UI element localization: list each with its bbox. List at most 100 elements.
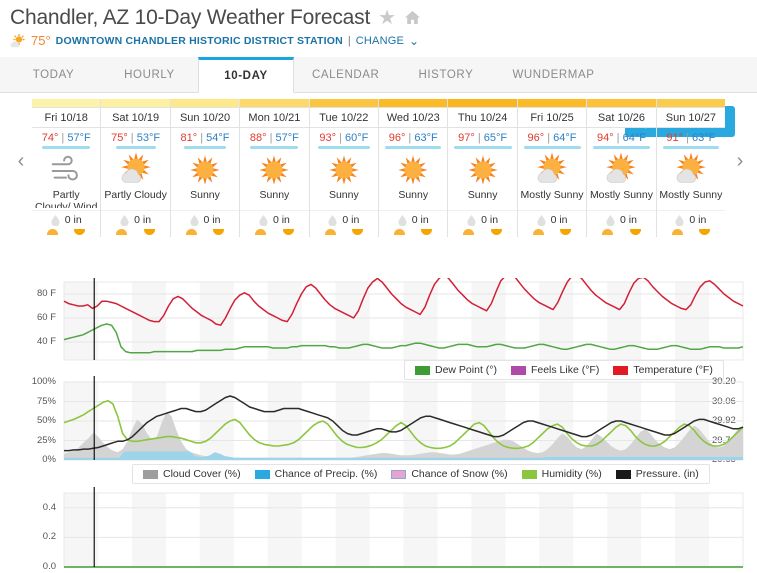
sunrise-sunset-row [310,227,378,237]
title-row: Chandler, AZ 10-Day Weather Forecast ★ [10,6,757,30]
weather-forecast-page: Chandler, AZ 10-Day Weather Forecast ★ 7… [0,0,757,573]
forecast-day-card[interactable]: Sat 10/19 75° | 53°F Partly Cloudy 0 in [101,99,171,237]
precipitation-chart: 0.0 0.2 0.4 [0,487,757,573]
forecast-day-card[interactable]: Fri 10/25 96° | 64°F Mostly Sunny 0 in [517,99,588,237]
legend-item[interactable]: Humidity (%) [521,468,602,480]
day-high-temp: 74° [41,132,59,145]
forecast-day-card[interactable]: Thu 10/24 97° | 65°F Sunny 0 in [448,99,518,237]
day-condition-text: Sunny [259,188,290,201]
day-low-temp: 64°F [622,132,646,145]
tab-hourly[interactable]: HOURLY [102,57,198,92]
raindrop-icon [675,214,684,226]
forecast-day-card[interactable]: Sun 10/27 91° | 63°F Mostly Sunny 0 in [656,99,726,237]
temp-separator: | [266,132,276,145]
forecast-day-card[interactable]: Sun 10/20 81° | 54°F Sunny 0 in [170,99,241,237]
sunny-icon [186,151,224,189]
mostly-sunny-icon [602,151,640,189]
legend-item[interactable]: Pressure. (in) [615,468,699,480]
day-low-temp: 65°F [483,132,508,145]
sunrise-sunset-row [657,227,725,237]
tab-wundermap[interactable]: WUNDERMAP [494,57,613,92]
day-low-temp: 64°F [553,132,577,145]
legend-item[interactable]: Dew Point (°) [415,364,497,376]
tab-history[interactable]: HISTORY [398,57,494,92]
station-name-link[interactable]: DOWNTOWN CHANDLER HISTORIC DISTRICT STAT… [56,34,343,48]
sunrise-sunset-row [32,227,100,237]
forecast-day-card[interactable]: Wed 10/23 96° | 63°F Sunny 0 in [379,99,449,237]
change-station-link[interactable]: CHANGE [356,34,404,48]
legend-label: Cloud Cover (%) [163,468,241,480]
day-temperatures: 91° | 63°F [666,128,715,145]
day-high-temp: 81° [180,132,198,145]
temp-separator: | [405,132,415,145]
sunset-icon [282,229,294,236]
precipitation-plot [63,487,744,568]
sunset-icon [560,229,572,236]
legend-label: Humidity (%) [541,468,602,480]
chevron-down-icon[interactable]: ⌄ [409,34,419,48]
forecast-day-card[interactable]: Fri 10/18 74° | 57°F Partly Cloudy/ Wind 0 … [32,99,102,237]
sunset-icon [213,229,225,236]
sunrise-sunset-row [587,227,655,237]
sunrise-sunset-row [240,227,308,237]
sunrise-icon [116,229,128,236]
legend-swatch [510,365,526,375]
legend-item[interactable]: Chance of Snow (%) [391,468,508,480]
day-temperatures: 81° | 54°F [181,128,230,145]
day-temp-bar [517,99,587,108]
tab-calendar[interactable]: CALENDAR [294,57,398,92]
day-low-temp-bar [184,146,227,149]
sunrise-icon [324,229,336,236]
day-low-temp: 57°F [67,132,91,145]
legend-item[interactable]: Feels Like (°F) [510,364,599,376]
sunrise-icon [47,229,59,236]
day-low-temp-bar [115,146,156,149]
sunny-icon [325,151,363,189]
legend-item[interactable]: Temperature (°F) [613,364,713,376]
star-icon[interactable]: ★ [378,8,396,28]
next-days-button[interactable]: › [729,147,751,175]
legend-label: Temperature (°F) [633,364,713,376]
day-condition-text: Mostly Sunny [589,188,653,201]
day-date-label: Fri 10/18 [32,107,101,129]
raindrop-icon [606,214,615,226]
temp-separator: | [474,132,484,145]
raindrop-icon [120,214,129,226]
day-precip-row: 0 in [101,210,170,227]
legend-swatch [521,469,537,479]
day-precip-row: 0 in [656,210,726,226]
day-low-temp-bar [592,146,650,149]
legend-item[interactable]: Chance of Precip. (%) [254,468,377,480]
raindrop-icon [398,214,407,226]
day-precip-row: 0 in [517,210,587,226]
day-precip-value: 0 in [134,214,152,227]
day-precip-value: 0 in [203,214,221,227]
forecast-day-card[interactable]: Tue 10/22 93° | 60°F Sunny 0 in [309,99,380,237]
tab-today[interactable]: TODAY [6,57,102,92]
day-temperatures: 97° | 65°F [458,128,507,145]
sunny-icon [464,151,502,189]
home-icon[interactable] [404,10,421,25]
day-low-temp-bar [317,146,370,149]
prev-days-button[interactable]: ‹ [10,147,32,175]
day-low-temp-bar [250,146,299,149]
forecast-day-card[interactable]: Sat 10/26 94° | 64°F Mostly Sunny 0 in [587,99,657,237]
day-high-temp: 97° [458,132,475,145]
forecast-day-card[interactable]: Mon 10/21 88° | 57°F Sunny 0 in [240,99,310,237]
day-precip-row: 0 in [448,210,517,226]
sunrise-sunset-row [101,227,169,237]
day-temperatures: 93° | 60°F [319,128,368,145]
legend-item[interactable]: Cloud Cover (%) [143,468,241,480]
day-low-temp-bar [662,146,719,149]
separator-pipe: | [347,35,351,47]
day-low-temp-bar [385,146,442,149]
partly-sunny-icon [10,34,26,48]
day-precip-row: 0 in [240,210,309,226]
day-precip-value: 0 in [619,214,637,227]
tab-10-day[interactable]: 10-DAY [198,57,294,93]
day-precip-value: 0 in [64,214,82,227]
tab-bar: TODAY HOURLY 10-DAY CALENDAR HISTORY WUN… [0,57,757,93]
legend-swatch [143,469,158,479]
conditions-plot [63,376,744,461]
sunset-icon [490,229,502,236]
